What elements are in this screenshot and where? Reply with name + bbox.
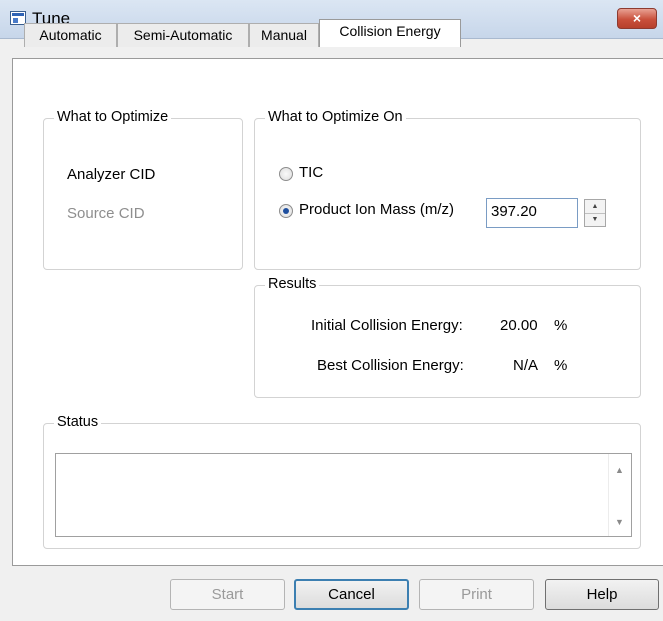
spin-down-icon[interactable]: ▼ — [585, 213, 605, 226]
print-button[interactable]: Print — [419, 579, 534, 610]
initial-collision-energy-value: 20.00 — [500, 317, 538, 334]
close-icon: × — [632, 10, 642, 26]
best-collision-energy-unit: % — [554, 357, 568, 374]
collision-energy-panel: What to Optimize Analyzer CID Source CID… — [12, 58, 663, 566]
tab-collision-energy[interactable]: Collision Energy — [319, 19, 461, 47]
results-title: Results — [265, 276, 320, 292]
best-collision-energy-value: N/A — [513, 357, 539, 374]
tic-radio[interactable] — [279, 167, 293, 181]
product-ion-label[interactable]: Product Ion Mass (m/z) — [299, 201, 454, 218]
mass-input[interactable]: 397.20 — [486, 198, 578, 228]
scroll-up-icon[interactable]: ▲ — [609, 459, 630, 481]
cancel-button[interactable]: Cancel — [294, 579, 409, 610]
what-to-optimize-on-group: What to Optimize On TIC Product Ion Mass… — [254, 109, 641, 270]
tab-automatic[interactable]: Automatic — [24, 23, 117, 47]
tab-manual[interactable]: Manual — [249, 23, 319, 47]
start-button[interactable]: Start — [170, 579, 285, 610]
product-ion-radio[interactable] — [279, 204, 293, 218]
mass-spinner[interactable]: ▲ ▼ — [584, 199, 606, 227]
help-button[interactable]: Help — [545, 579, 659, 610]
analyzer-cid-label: Analyzer CID — [67, 166, 156, 183]
tic-label[interactable]: TIC — [299, 164, 323, 181]
close-button[interactable]: × — [617, 8, 657, 29]
results-group: Results Initial Collision Energy: 20.00 … — [254, 276, 641, 398]
what-to-optimize-on-title: What to Optimize On — [265, 109, 406, 125]
source-cid-label: Source CID — [67, 205, 145, 222]
status-textarea[interactable]: ▲ ▼ — [55, 453, 632, 537]
tab-semi-automatic[interactable]: Semi-Automatic — [117, 23, 249, 47]
status-scrollbar[interactable]: ▲ ▼ — [608, 454, 631, 536]
scroll-down-icon[interactable]: ▼ — [609, 511, 630, 533]
initial-collision-energy-unit: % — [554, 317, 568, 334]
status-group: Status ▲ ▼ — [43, 414, 641, 549]
what-to-optimize-group: What to Optimize Analyzer CID Source CID — [43, 109, 243, 270]
what-to-optimize-title: What to Optimize — [54, 109, 172, 125]
status-title: Status — [54, 414, 102, 430]
best-collision-energy-label: Best Collision Energy: — [317, 357, 464, 374]
spin-up-icon[interactable]: ▲ — [585, 200, 605, 214]
initial-collision-energy-label: Initial Collision Energy: — [311, 317, 463, 334]
